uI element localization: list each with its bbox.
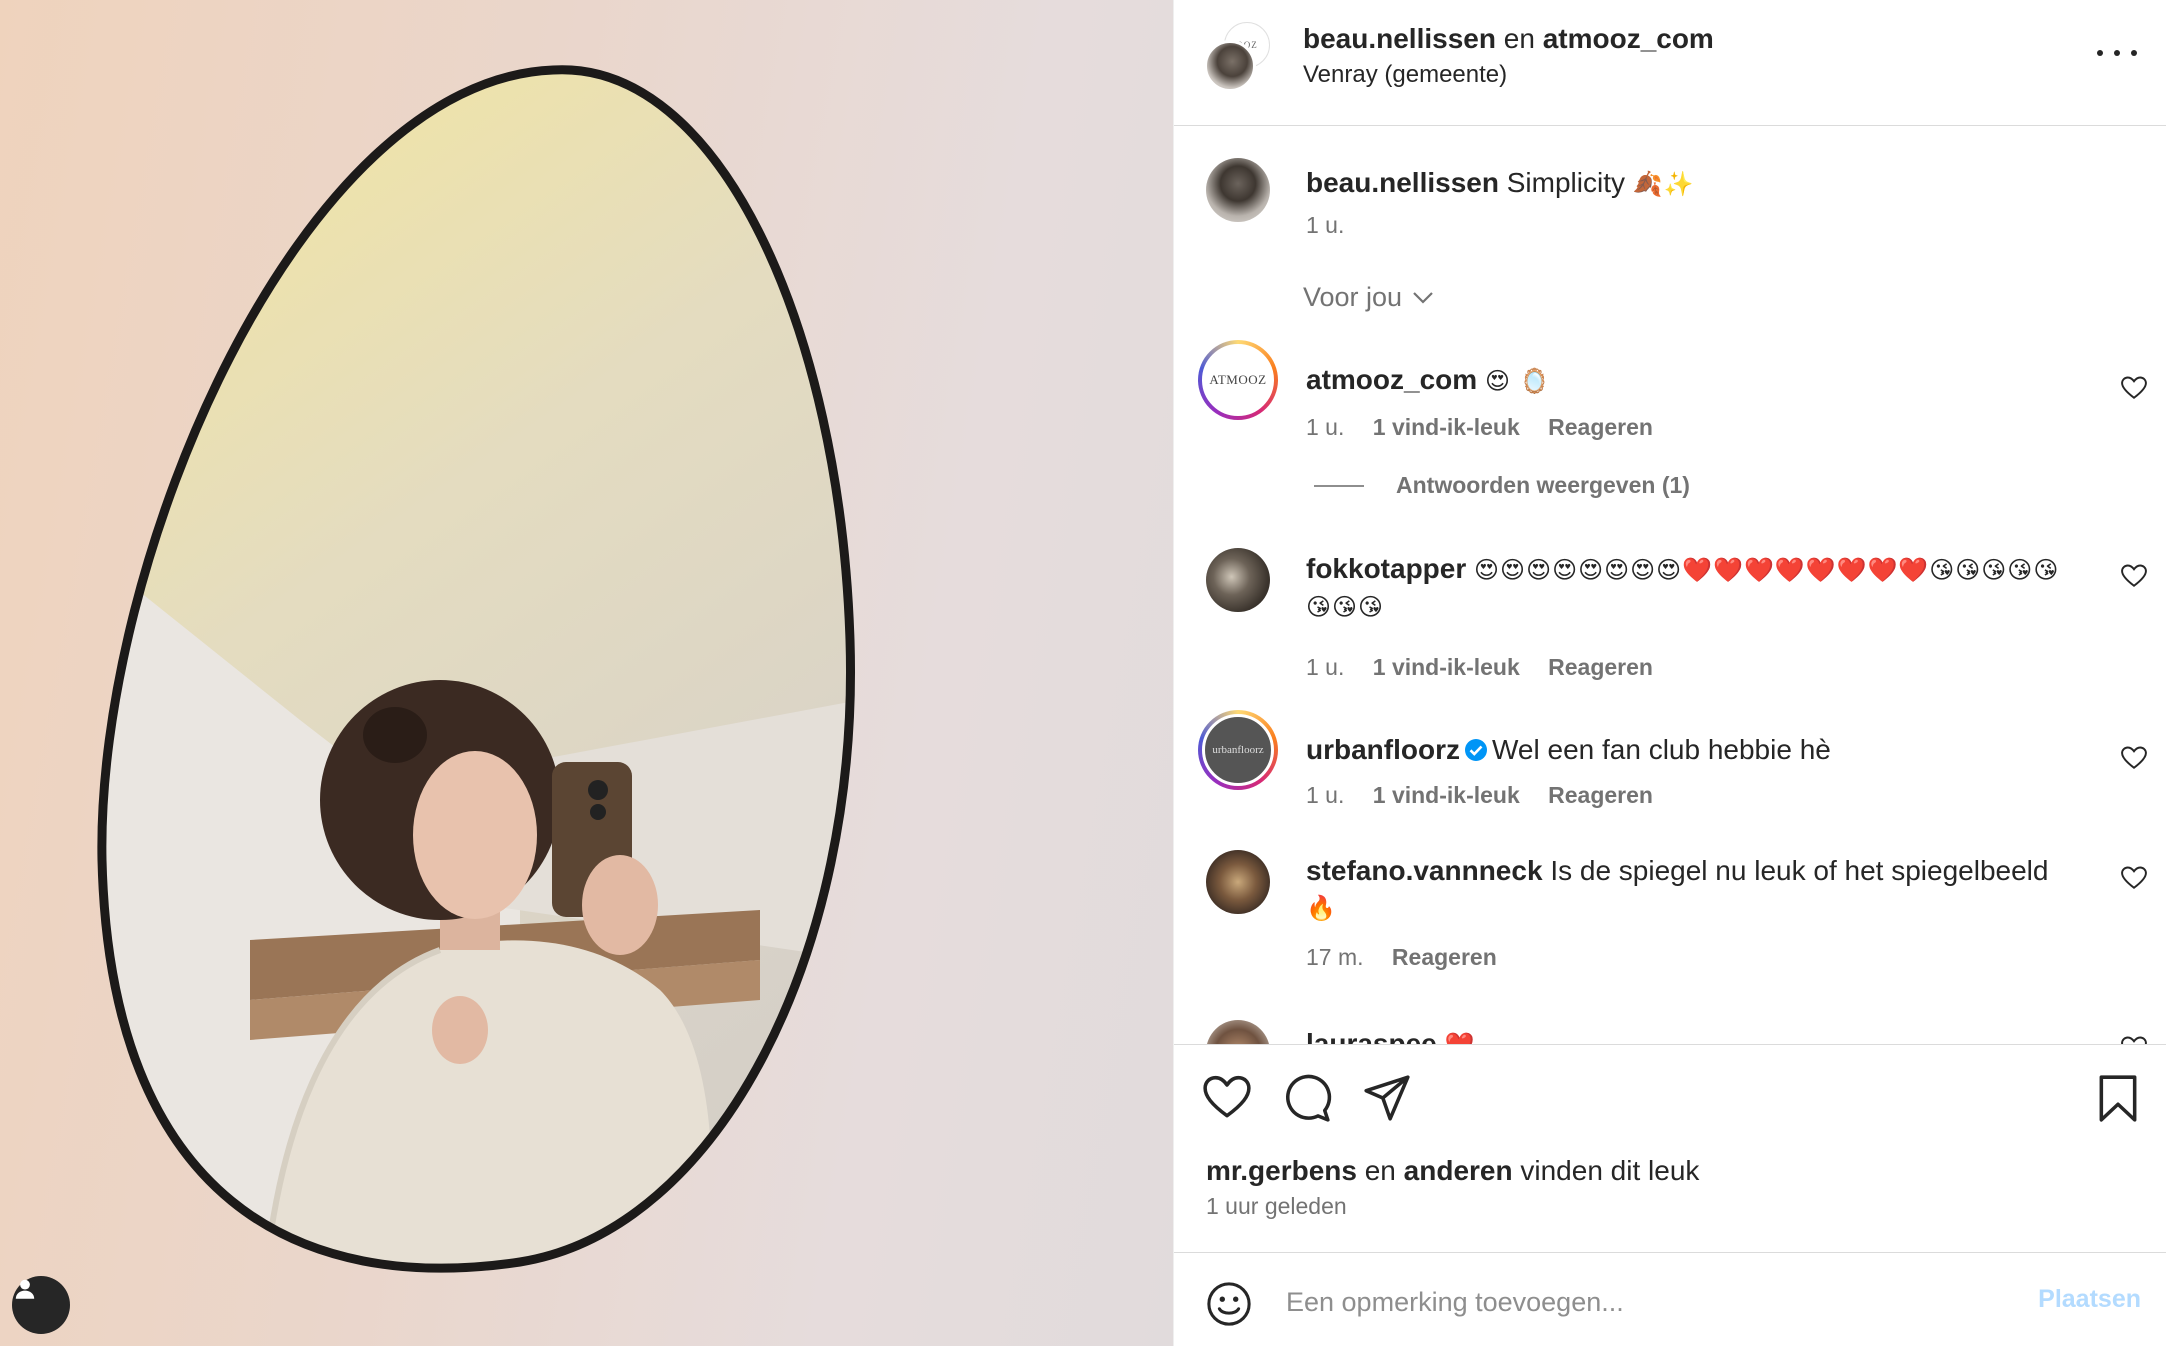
comment-input[interactable]: [1286, 1279, 1986, 1325]
comment-meta: 1 u. 1 vind-ik-leuk Reageren: [1306, 412, 1675, 442]
view-replies-button[interactable]: Antwoorden weergeven (1): [1314, 472, 1690, 499]
collab-avatars[interactable]: OOZ: [1204, 22, 1276, 92]
comment-text: atmooz_com 😍 🪞: [1306, 362, 2066, 399]
more-options-icon[interactable]: [2097, 38, 2137, 68]
comment-likes[interactable]: 1 vind-ik-leuk: [1373, 414, 1520, 440]
avatar-logo-text: ATMOOZ: [1209, 372, 1267, 387]
others-link[interactable]: anderen: [1404, 1155, 1513, 1186]
liker-link[interactable]: mr.gerbens: [1206, 1155, 1357, 1186]
sort-label: Voor jou: [1303, 282, 1403, 312]
location-link[interactable]: Venray (gemeente): [1303, 60, 1507, 90]
comment-text: fokkotapper 😍😍😍😍😍😍😍😍❤️❤️❤️❤️❤️❤️❤️❤️😘😘😘😘…: [1306, 551, 2066, 625]
comment-text: stefano.vannneck Is de spiegel nu leuk o…: [1306, 853, 2086, 926]
avatar[interactable]: [1206, 850, 1270, 914]
comment-body: Wel een fan club hebbie hè: [1492, 734, 1831, 765]
comment-text: urbanfloorz Wel een fan club hebbie hè: [1306, 732, 2066, 768]
emoji-icon[interactable]: [1206, 1281, 1252, 1327]
chevron-down-icon: [1413, 291, 1433, 304]
comment-likes[interactable]: 1 vind-ik-leuk: [1373, 782, 1520, 808]
author-joiner: en: [1503, 23, 1535, 54]
comment-time: 1 u.: [1306, 782, 1345, 808]
user-tag-icon[interactable]: [12, 1276, 70, 1334]
reply-button[interactable]: Reageren: [1548, 782, 1653, 808]
comment-text: lauraspee ❤️: [1306, 1026, 2066, 1044]
comment-username[interactable]: stefano.vannneck: [1306, 855, 1543, 886]
reply-button[interactable]: Reageren: [1548, 414, 1653, 440]
caption-text: beau.nellissen Simplicity 🍂✨: [1306, 165, 2066, 202]
comment-username[interactable]: lauraspee: [1306, 1028, 1437, 1044]
comment-username[interactable]: urbanfloorz: [1306, 734, 1460, 765]
heart-icon[interactable]: [2121, 564, 2147, 588]
avatar[interactable]: [1206, 548, 1270, 612]
comment-time: 1 u.: [1306, 654, 1345, 680]
post-comment-button[interactable]: Plaatsen: [2038, 1285, 2141, 1314]
comment-emoji: ❤️: [1445, 1031, 1476, 1044]
reply-button[interactable]: Reageren: [1392, 944, 1497, 970]
post-header: OOZ beau.nellissen en atmooz_com Venray …: [1174, 0, 2166, 126]
post-time: 1 uur geleden: [1206, 1193, 1347, 1219]
comment-emoji: 🔥: [1306, 894, 1337, 922]
likes-joiner: en: [1364, 1155, 1396, 1186]
view-replies-label: Antwoorden weergeven (1): [1396, 472, 1690, 498]
avatar[interactable]: [1206, 1020, 1270, 1044]
comment-meta: 17 m. Reageren: [1306, 942, 1519, 972]
post-authors: beau.nellissen en atmooz_com: [1303, 22, 1714, 56]
author-link[interactable]: atmooz_com: [1543, 23, 1714, 54]
comments-list[interactable]: beau.nellissen Simplicity 🍂✨ 1 u. Voor j…: [1174, 127, 2166, 1044]
avatar-logo-text: urbanfloorz: [1212, 744, 1264, 756]
comment-likes[interactable]: 1 vind-ik-leuk: [1373, 654, 1520, 680]
reply-button[interactable]: Reageren: [1548, 654, 1653, 680]
send-icon[interactable]: [1362, 1073, 1412, 1123]
likes-suffix: vinden dit leuk: [1520, 1155, 1700, 1186]
comment-composer: Plaatsen: [1174, 1252, 2166, 1346]
comment-icon[interactable]: [1282, 1073, 1332, 1123]
post-photo[interactable]: [0, 0, 1173, 1346]
avatar: [1204, 40, 1256, 92]
heart-icon[interactable]: [2121, 746, 2147, 770]
comment-username[interactable]: atmooz_com: [1306, 364, 1477, 395]
heart-icon[interactable]: [2121, 866, 2147, 890]
comment-meta: 1 u. 1 vind-ik-leuk Reageren: [1306, 780, 1675, 810]
heart-icon[interactable]: [2121, 376, 2147, 400]
avatar[interactable]: [1206, 158, 1270, 222]
caption-emoji: 🍂✨: [1632, 170, 1695, 198]
comment-time: 17 m.: [1306, 944, 1364, 970]
sort-dropdown[interactable]: Voor jou: [1303, 282, 1434, 313]
heart-icon[interactable]: [2121, 1036, 2147, 1044]
post-side-panel: OOZ beau.nellissen en atmooz_com Venray …: [1173, 0, 2166, 1346]
caption-body: Simplicity: [1506, 167, 1625, 198]
likes-summary: mr.gerbens en anderen vinden dit leuk: [1206, 1153, 1699, 1189]
avatar[interactable]: urbanfloorz: [1198, 710, 1278, 790]
avatar[interactable]: ATMOOZ: [1198, 340, 1278, 420]
caption-username[interactable]: beau.nellissen: [1306, 167, 1499, 198]
comment-emoji: 😍 🪞: [1484, 367, 1551, 395]
comment-meta: 1 u. 1 vind-ik-leuk Reageren: [1306, 652, 1675, 682]
verified-badge-icon: [1465, 739, 1487, 761]
comment-time: 1 u.: [1306, 414, 1345, 440]
mirror-selfie-image: [97, 65, 856, 1273]
post-actions: mr.gerbens en anderen vinden dit leuk 1 …: [1174, 1044, 2166, 1252]
caption-time: 1 u.: [1306, 212, 1345, 238]
author-link[interactable]: beau.nellissen: [1303, 23, 1496, 54]
comment-body: Is de spiegel nu leuk of het spiegelbeel…: [1550, 855, 2049, 886]
heart-icon[interactable]: [1202, 1073, 1252, 1123]
comment-username[interactable]: fokkotapper: [1306, 553, 1466, 584]
bookmark-icon[interactable]: [2093, 1073, 2143, 1123]
replies-divider: [1314, 484, 1364, 487]
